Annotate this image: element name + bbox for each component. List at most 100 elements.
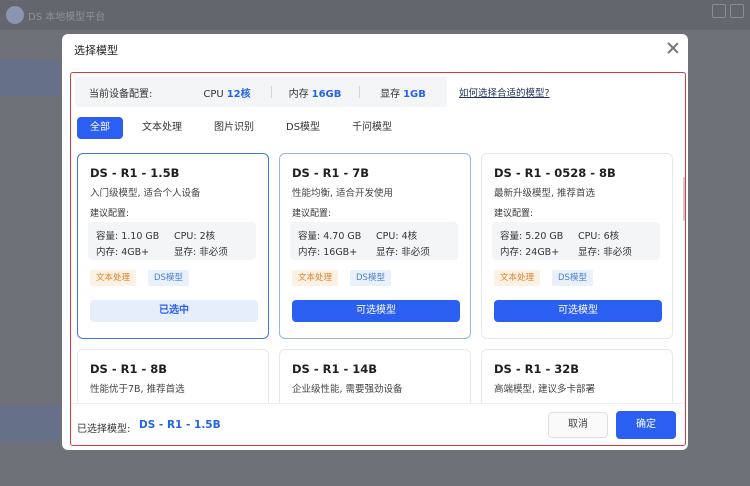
spec-box: 容量: 1.10 GB CPU: 2核 内存: 4GB+ 显存: 非必须	[88, 222, 256, 260]
tag-ds-model: DS模型	[148, 270, 189, 286]
capacity-spec: 容量: 1.10 GB	[96, 228, 159, 242]
selected-model-value: DS - R1 - 1.5B	[139, 419, 221, 431]
vram-value: 1GB	[403, 88, 426, 100]
capacity-spec: 容量: 5.20 GB	[500, 228, 563, 242]
model-name: DS - R1 - 8B	[90, 362, 168, 376]
capacity-spec: 容量: 4.70 GB	[298, 228, 361, 242]
vram-spec: 显存 1GB	[359, 85, 447, 100]
cpu-spec: CPU: 2核	[174, 228, 215, 242]
minimize-icon[interactable]	[712, 4, 726, 18]
memory-spec: 内存: 4GB+	[96, 244, 149, 258]
model-name: DS - R1 - 14B	[292, 362, 378, 376]
model-card[interactable]: DS - R1 - 1.5B 入门级模型, 适合个人设备 建议配置: 容量: 1…	[77, 153, 269, 339]
vram-spec: 显存: 非必须	[376, 244, 430, 258]
vram-label: 显存:	[376, 247, 399, 258]
tab-image-recognition[interactable]: 图片识别	[201, 117, 267, 139]
selected-model-label: 已选择模型:	[77, 424, 131, 435]
vram-value: 非必须	[199, 247, 228, 258]
dialog-title: 选择模型	[74, 44, 118, 57]
vram-label: 显存:	[174, 247, 197, 258]
device-config-label: 当前设备配置:	[89, 88, 153, 100]
cpu-label: CPU:	[174, 231, 197, 242]
vram-label: 显存:	[578, 247, 601, 258]
tab-text-processing[interactable]: 文本处理	[129, 117, 195, 139]
vram-spec: 显存: 非必须	[174, 244, 228, 258]
cpu-spec: CPU 12核	[183, 85, 271, 100]
cpu-label: CPU:	[376, 231, 399, 242]
memory-label: 内存:	[298, 247, 321, 258]
memory-label: 内存	[288, 88, 309, 100]
tag-text-processing: 文本处理	[292, 270, 339, 286]
sidebar-item[interactable]	[0, 405, 60, 441]
memory-value: 4GB+	[121, 247, 150, 258]
device-config-bar: 当前设备配置: CPU 12核 内存 16GB 显存 1GB	[75, 77, 447, 107]
app-title: DS 本地模型平台	[28, 12, 106, 23]
capacity-label: 容量:	[298, 231, 321, 242]
app-sidebar	[0, 60, 60, 480]
tag-text-processing: 文本处理	[90, 270, 137, 286]
model-name: DS - R1 - 0528 - 8B	[494, 166, 616, 180]
capacity-label: 容量:	[96, 231, 119, 242]
capacity-value: 5.20 GB	[525, 231, 564, 242]
dialog-footer: 已选择模型: DS - R1 - 1.5B 取消 确定	[71, 403, 685, 445]
tag-ds-model: DS模型	[350, 270, 391, 286]
tab-ds-models[interactable]: DS模型	[273, 117, 333, 139]
memory-spec: 内存 16GB	[271, 85, 359, 100]
spec-box: 容量: 5.20 GB CPU: 6核 内存: 24GB+ 显存: 非必须	[492, 222, 660, 260]
vram-value: 非必须	[603, 247, 632, 258]
window-close-icon[interactable]	[730, 4, 744, 18]
tab-all[interactable]: 全部	[77, 117, 123, 139]
app-logo-icon	[6, 6, 24, 24]
memory-label: 内存:	[500, 247, 523, 258]
model-name: DS - R1 - 1.5B	[90, 166, 180, 180]
tag-text-processing: 文本处理	[494, 270, 541, 286]
model-description: 最新升级模型, 推荐首选	[494, 188, 596, 199]
model-description: 性能均衡, 适合开发使用	[292, 188, 394, 199]
cpu-label: CPU:	[578, 231, 601, 242]
scrollbar[interactable]	[683, 177, 685, 221]
select-model-button[interactable]: 可选模型	[494, 300, 662, 322]
recommended-config-label: 建议配置:	[494, 209, 534, 219]
capacity-label: 容量:	[500, 231, 523, 242]
model-description: 高端模型, 建议多卡部署	[494, 384, 596, 395]
memory-value: 16GB+	[323, 247, 358, 258]
confirm-button[interactable]: 确定	[616, 411, 676, 439]
dialog-body: 当前设备配置: CPU 12核 内存 16GB 显存 1GB 如何选择合适的模型? 全…	[70, 72, 686, 446]
cpu-value: 2核	[199, 231, 216, 242]
tag-ds-model: DS模型	[552, 270, 593, 286]
help-link[interactable]: 如何选择合适的模型?	[459, 85, 550, 99]
recommended-config-label: 建议配置:	[292, 209, 332, 219]
cpu-label: CPU	[203, 88, 224, 100]
tab-qwen-models[interactable]: 千问模型	[339, 117, 405, 139]
dialog-header: 选择模型	[62, 34, 688, 64]
vram-spec: 显存: 非必须	[578, 244, 632, 258]
spec-box: 容量: 4.70 GB CPU: 4核 内存: 16GB+ 显存: 非必须	[290, 222, 458, 260]
memory-spec: 内存: 16GB+	[298, 244, 357, 258]
model-description: 企业级性能, 需要强劲设备	[292, 384, 403, 395]
model-card[interactable]: DS - R1 - 7B 性能均衡, 适合开发使用 建议配置: 容量: 4.70…	[279, 153, 471, 339]
cpu-spec: CPU: 4核	[376, 228, 417, 242]
capacity-value: 4.70 GB	[323, 231, 362, 242]
recommended-config-label: 建议配置:	[90, 209, 130, 219]
model-name: DS - R1 - 7B	[292, 166, 370, 180]
cpu-value: 4核	[401, 231, 418, 242]
select-model-dialog: 选择模型 当前设备配置: CPU 12核 内存 16GB 显存 1GB 如何选择合适的…	[62, 34, 688, 450]
memory-spec: 内存: 24GB+	[500, 244, 559, 258]
model-card[interactable]: DS - R1 - 0528 - 8B 最新升级模型, 推荐首选 建议配置: 容…	[481, 153, 673, 339]
select-model-button[interactable]: 可选模型	[292, 300, 460, 322]
memory-value: 16GB	[311, 88, 342, 100]
capacity-value: 1.10 GB	[121, 231, 160, 242]
cpu-spec: CPU: 6核	[578, 228, 619, 242]
category-tabs: 全部 文本处理 图片识别 DS模型 千问模型	[77, 117, 411, 139]
model-description: 入门级模型, 适合个人设备	[90, 188, 201, 199]
cpu-value: 6核	[603, 231, 620, 242]
cpu-value: 12核	[226, 88, 251, 100]
close-icon[interactable]	[666, 41, 680, 55]
vram-label: 显存	[380, 88, 401, 100]
memory-label: 内存:	[96, 247, 119, 258]
selected-button[interactable]: 已选中	[90, 300, 258, 322]
vram-value: 非必须	[401, 247, 430, 258]
sidebar-item[interactable]	[0, 60, 60, 96]
cancel-button[interactable]: 取消	[548, 412, 608, 438]
app-titlebar: DS 本地模型平台	[0, 0, 750, 30]
